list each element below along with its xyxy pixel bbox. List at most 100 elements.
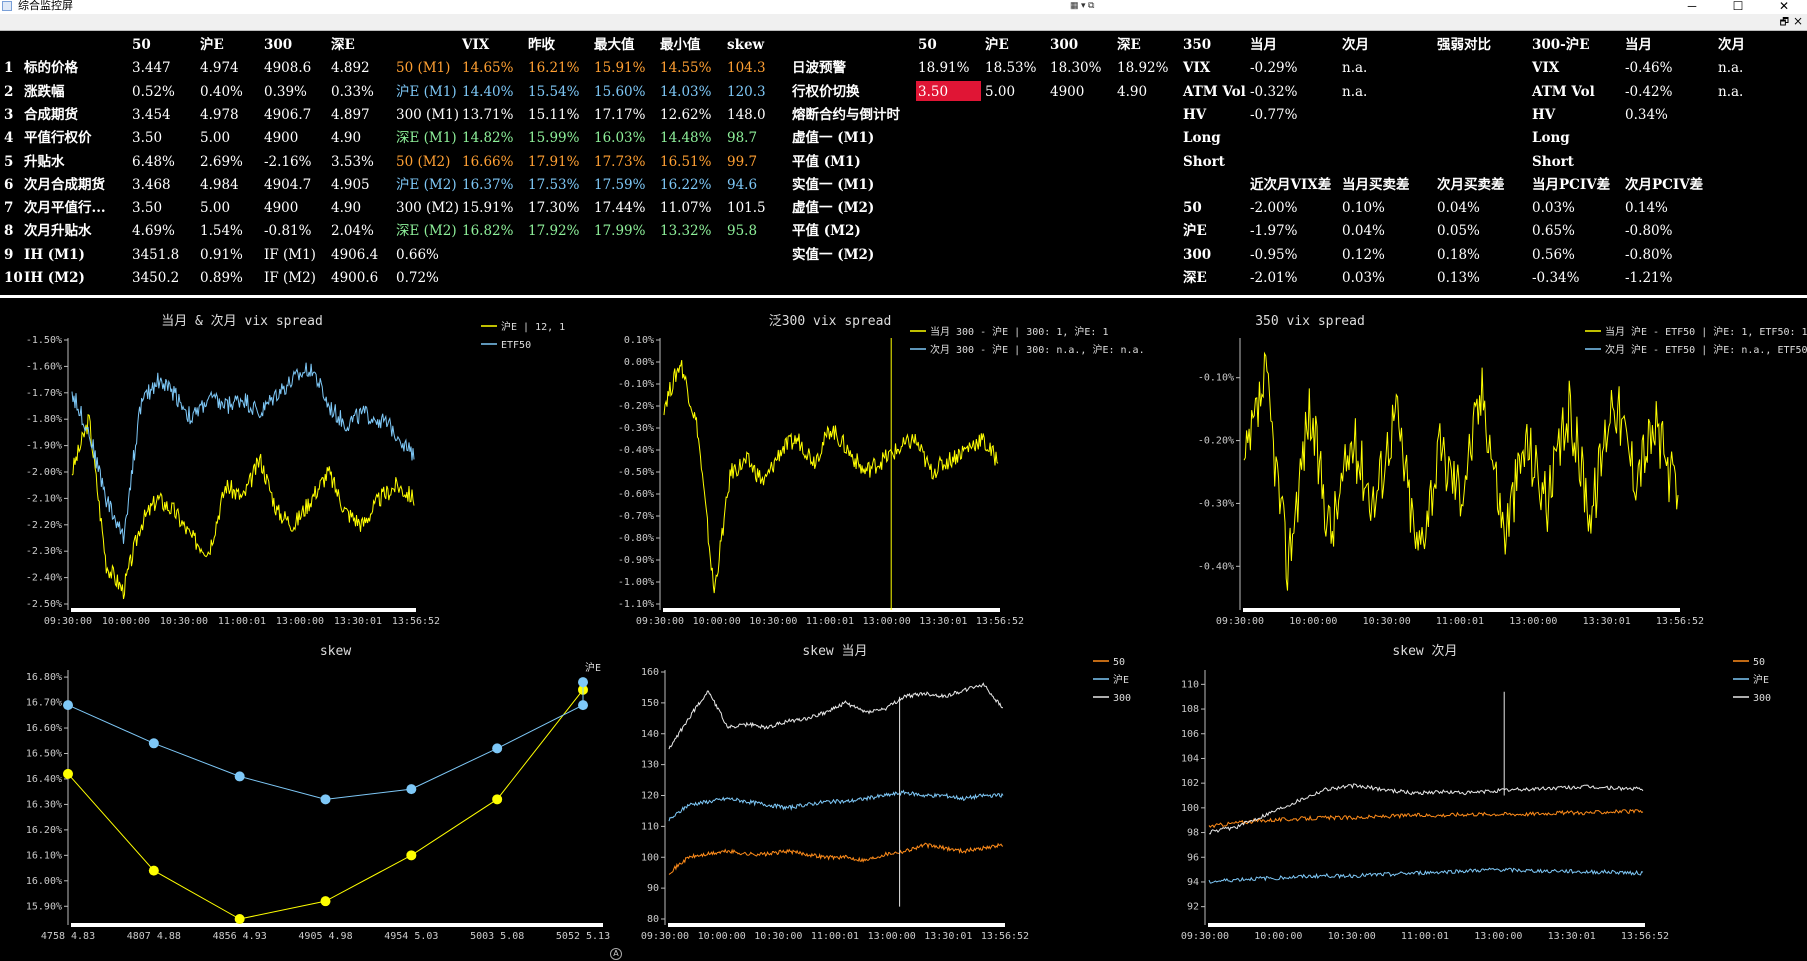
row-label: ATM Vol — [1183, 83, 1246, 100]
y-tick-label: 110 — [1181, 679, 1199, 690]
column-header: 深E — [331, 37, 355, 53]
anchor-icon[interactable]: A — [610, 948, 622, 960]
value-cell: 0.10% — [1342, 200, 1385, 217]
future-cell: 4906.4 — [331, 246, 379, 263]
column-header: 当月PCIV差 — [1532, 176, 1611, 193]
future-cell: 3451.8 — [132, 246, 180, 263]
value-cell: -0.77% — [1250, 106, 1298, 123]
data-point — [320, 794, 331, 805]
x-axis-bar — [71, 608, 416, 612]
row-label: VIX — [1532, 60, 1560, 77]
y-tick-label: -1.80% — [26, 414, 62, 425]
value-cell: 0.14% — [1625, 200, 1668, 217]
layout-control-icon[interactable]: ▦ ▾ ⧉ — [1070, 0, 1094, 12]
x-axis-bar — [663, 608, 1000, 612]
x-tick-label: 13:30:01 — [919, 616, 967, 627]
x-tick-label: 09:30:00 — [636, 616, 684, 627]
value-cell: 2.69% — [200, 153, 243, 170]
value-cell: 0.18% — [1437, 246, 1480, 263]
value-cell: 3.53% — [331, 153, 374, 170]
vix-cell: 17.44% — [594, 200, 646, 217]
series-line — [71, 414, 415, 600]
column-header: 当月 — [1625, 37, 1652, 53]
data-point — [492, 743, 503, 754]
row-label: Long — [1532, 130, 1570, 147]
sub-toolbar: 🗗 × — [0, 14, 1807, 31]
legend-label: 沪E — [1753, 673, 1769, 686]
y-tick-label: -0.50% — [618, 467, 654, 478]
x-tick-label: 10:30:00 — [1328, 931, 1376, 942]
row-label: 深E — [1183, 270, 1207, 286]
y-tick-label: 15.90% — [26, 901, 62, 912]
data-point — [63, 768, 73, 779]
x-tick-label: 10:00:00 — [102, 616, 150, 627]
column-header: 最小值 — [660, 37, 701, 53]
value-cell: -2.00% — [1250, 200, 1298, 217]
column-header: 300 — [264, 37, 293, 53]
row-index: 1 — [4, 60, 14, 77]
value-cell: 0.34% — [1625, 106, 1668, 123]
restore-icon[interactable]: 🗗 — [1780, 15, 1789, 32]
y-tick-label: -0.90% — [618, 555, 654, 566]
row-label: 行权价切换 — [792, 83, 860, 100]
vix-cell: 15.54% — [528, 83, 580, 100]
row-label: Short — [1183, 153, 1225, 170]
chart-6[interactable]: skew 次月 110 108 106 104 102 100 98 96 94 92 09:30:0… — [1165, 635, 1807, 961]
y-tick-label: 16.40% — [26, 774, 62, 785]
column-header: 近次月VIX差 — [1250, 176, 1332, 193]
legend-label: 300 — [1113, 693, 1131, 704]
legend-label: 50 — [1753, 657, 1765, 668]
close-panel-icon[interactable]: × — [1793, 14, 1803, 28]
chart-3[interactable]: 350 vix spread -0.10% -0.20% -0.30% -0.40% 09… — [1160, 305, 1807, 630]
future-cell: 3450.2 — [132, 270, 180, 286]
y-tick-label: 0.10% — [624, 335, 654, 346]
maximize-button[interactable]: ☐ — [1715, 0, 1761, 14]
row-label: 虚值一 (M2) — [792, 200, 875, 217]
value-cell: -0.34% — [1532, 270, 1580, 286]
legend-label: 当月 300 - 沪E | 300: 1, 沪E: 1 — [930, 325, 1108, 338]
vix-cell: 101.5 — [727, 200, 766, 217]
column-header: 当月买卖差 — [1342, 176, 1410, 193]
alert-cell: 18.91% — [918, 60, 970, 77]
value-cell: -0.80% — [1625, 246, 1673, 263]
value-cell: -0.46% — [1625, 60, 1673, 77]
x-tick-label: 4807 4.88 — [127, 931, 181, 942]
value-cell: 0.40% — [200, 83, 243, 100]
close-button[interactable]: ✕ — [1761, 0, 1807, 14]
y-tick-label: -0.10% — [618, 379, 654, 390]
y-tick-label: 16.70% — [26, 698, 62, 709]
x-tick-label: 11:00:01 — [1436, 616, 1484, 627]
chart-title: skew — [320, 644, 351, 659]
chart-svg: skew 当月 160 150 140 130 120 110 100 90 80 09:30:00… — [641, 644, 1131, 942]
y-tick-label: 130 — [641, 760, 659, 771]
minimize-button[interactable]: ─ — [1669, 0, 1715, 14]
y-tick-label: 100 — [1181, 803, 1199, 814]
y-tick-label: -2.20% — [26, 520, 62, 531]
strike-cell: 3.50 — [918, 83, 949, 100]
column-header: 次月 — [1342, 37, 1369, 53]
vix-cell: 16.51% — [660, 153, 712, 170]
chart-4[interactable]: skew 16.80% 16.70% 16.60% 16.50% 16.40% 16.30%… — [0, 635, 610, 961]
value-cell: 4906.7 — [264, 106, 312, 123]
row-label: 沪E — [1183, 223, 1207, 240]
y-tick-label: -1.60% — [26, 361, 62, 372]
chart-1[interactable]: 当月 & 次月 vix spread -1.50% -1.60% -1.70% -1.8… — [0, 305, 605, 630]
monitor-table-panel: 50 沪E 300 深E VIX 昨收 最大值 最小值 skew 1 标的价格 3.447 4.974 4… — [0, 32, 1807, 294]
y-tick-label: 16.60% — [26, 723, 62, 734]
series-line — [71, 362, 415, 544]
row-label: IH (M2) — [24, 270, 85, 286]
row-label: IH (M1) — [24, 246, 85, 263]
value-cell: 0.52% — [132, 83, 175, 100]
row-index: 6 — [4, 176, 14, 193]
data-point — [578, 700, 588, 711]
y-tick-label: 98 — [1187, 828, 1199, 839]
x-tick-label: 10:30:00 — [754, 931, 802, 942]
vix-cell: 17.17% — [594, 106, 646, 123]
chart-5[interactable]: skew 当月 160 150 140 130 120 110 100 90 80 09:30:00… — [610, 635, 1165, 961]
value-cell: -0.95% — [1250, 246, 1298, 263]
future-cell: IF (M1) — [264, 246, 316, 263]
chart-2[interactable]: 泛300 vix spread 0.10% 0.00% -0.10% -0.20% -0.… — [605, 305, 1160, 630]
vix-cell: 14.40% — [462, 83, 514, 100]
value-cell: 0.03% — [1532, 200, 1575, 217]
y-tick-label: -0.80% — [618, 533, 654, 544]
